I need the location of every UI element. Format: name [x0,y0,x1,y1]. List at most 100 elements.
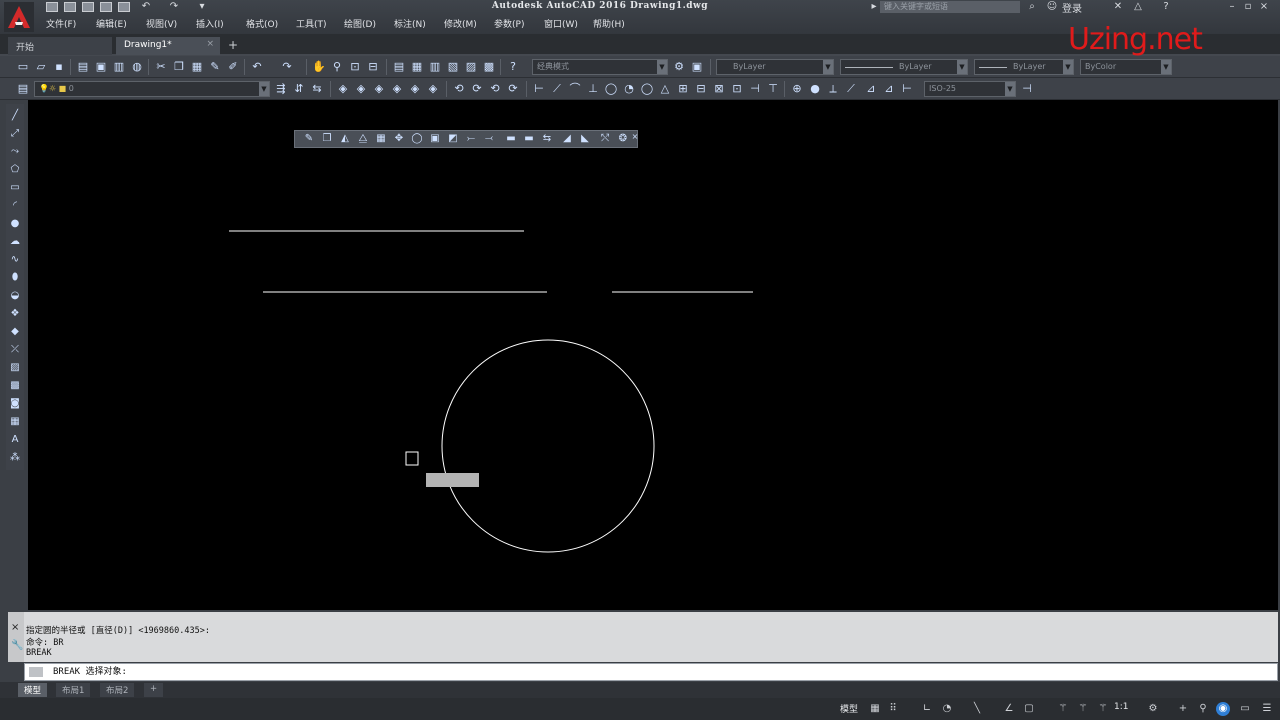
layer-tool-5-icon[interactable]: ◈ [408,82,422,96]
chamfer-icon[interactable]: ◢ [561,133,573,145]
search-input[interactable]: 键入关键字或短语 [880,1,1020,13]
layer-tool-1-icon[interactable]: ◈ [336,82,350,96]
layer-select[interactable]: 💡☼ ■ 0 ▼ [34,81,270,97]
dim-break-icon[interactable]: ⊣ [748,82,762,96]
menu-insert[interactable]: 插入(I) [196,17,224,30]
annotation-visibility-icon[interactable]: ⚚ [1056,702,1070,716]
linetype-select[interactable]: ByLayer ▼ [840,59,968,75]
dim-text-edit-icon[interactable]: ⊿ [864,82,878,96]
layer-tool-10-icon[interactable]: ⟳ [506,82,520,96]
undo-icon[interactable]: ↶ [140,1,152,13]
wrench-icon[interactable]: 🔧 [11,640,23,651]
new-icon[interactable] [46,2,58,12]
baseline-dim-icon[interactable]: ⊟ [694,82,708,96]
redo-toolbar-icon[interactable]: ↷ [280,60,294,74]
save-icon[interactable] [82,2,94,12]
gear-icon[interactable]: ⚙ [1146,702,1160,716]
model-space-button[interactable]: 模型 [840,702,864,716]
blend-icon[interactable]: ⤲ [599,133,611,145]
make-block-icon[interactable]: ◆ [9,326,21,338]
layer-tool-2-icon[interactable]: ◈ [354,82,368,96]
command-line-input[interactable]: BREAK 选择对象: [24,663,1278,681]
region-icon[interactable]: ◙ [9,398,21,410]
lineweight-select[interactable]: ByLayer ▼ [974,59,1074,75]
minimize-icon[interactable]: – [1226,1,1238,13]
rectangle-icon[interactable]: ▭ [9,182,21,194]
fillet-icon[interactable]: ◣ [579,133,591,145]
save-as-icon[interactable] [100,2,112,12]
layer-tool-9-icon[interactable]: ⟲ [488,82,502,96]
help-icon[interactable]: ? [1160,1,1172,13]
polygon-icon[interactable]: ⬠ [9,164,21,176]
trim-icon[interactable]: ⤚ [465,133,477,145]
center-mark-icon[interactable]: ⊕ [790,82,804,96]
restore-icon[interactable]: ▫ [1242,1,1254,13]
print-icon[interactable]: ▤ [76,60,90,74]
polyline-icon[interactable]: ⤳ [9,146,21,158]
menu-tools[interactable]: 工具(T) [296,17,327,30]
layer-tool-3-icon[interactable]: ◈ [372,82,386,96]
layer-match-icon[interactable]: ⇆ [310,82,324,96]
menu-help[interactable]: 帮助(H) [593,17,625,30]
break-icon[interactable]: ▬ [523,133,535,145]
inspect-icon[interactable]: ● [808,82,822,96]
table-icon[interactable]: ▦ [9,416,21,428]
undo-toolbar-icon[interactable]: ↶ [250,60,264,74]
arc-length-icon[interactable]: ⌒ [568,82,582,96]
jogged-linear-icon[interactable]: ⟂ [826,82,840,96]
isodraft-icon[interactable]: ╲ [970,702,984,716]
annotation-scale-icon[interactable]: ⚚ [1096,702,1110,716]
offset-icon[interactable]: ⧋ [357,133,369,145]
copy-icon[interactable]: ❐ [172,60,186,74]
hardware-acceleration-icon[interactable]: ◉ [1216,702,1230,716]
command-prompt-icon[interactable] [29,667,43,677]
tolerance-icon[interactable]: ⊤ [766,82,780,96]
layer-tool-7-icon[interactable]: ⟲ [452,82,466,96]
radius-dim-icon[interactable]: ◯ [604,82,618,96]
3d-print-icon[interactable]: ◍ [130,60,144,74]
dim-space-icon[interactable]: ⊡ [730,82,744,96]
move-icon[interactable]: ✥ [393,133,405,145]
help-toolbar-icon[interactable]: ? [506,60,520,74]
block-editor-icon[interactable]: ✐ [226,60,240,74]
close-window-icon[interactable]: × [1258,1,1270,13]
isolate-objects-icon[interactable]: ⚲ [1196,702,1210,716]
rotate-icon[interactable]: ◯ [411,133,423,145]
point-icon[interactable]: ⤫ [9,344,21,356]
menu-format[interactable]: 格式(O) [246,17,278,30]
close-icon[interactable]: × [11,622,19,633]
grid-icon[interactable]: ▦ [868,702,882,716]
menu-view[interactable]: 视图(V) [146,17,177,30]
tab-layout2[interactable]: 布局2 [100,683,135,697]
array-icon[interactable]: ▦ [375,133,387,145]
dim-update-icon[interactable]: ⊿ [882,82,896,96]
layer-tool-6-icon[interactable]: ◈ [426,82,440,96]
add-layout-button[interactable]: + [144,683,164,697]
tool-palettes-icon[interactable]: ▥ [428,60,442,74]
zoom-window-icon[interactable]: ⊡ [348,60,362,74]
exchange-icon[interactable]: ✕ [1112,1,1124,13]
autocad-logo-icon[interactable] [4,2,34,32]
a360-icon[interactable]: △ [1132,1,1144,13]
sheet-set-icon[interactable]: ▧ [446,60,460,74]
menu-modify[interactable]: 修改(M) [444,17,477,30]
ellipse-arc-icon[interactable]: ◒ [9,290,21,302]
properties-icon[interactable]: ▤ [392,60,406,74]
ellipse-icon[interactable]: ⬮ [9,272,21,284]
arc-icon[interactable]: ◜ [9,200,21,212]
object-snap-tracking-icon[interactable]: ∠ [1002,702,1016,716]
layer-tool-4-icon[interactable]: ◈ [390,82,404,96]
menu-edit[interactable]: 编辑(E) [96,17,127,30]
line-icon[interactable]: ╱ [9,110,21,122]
pan-icon[interactable]: ✋ [312,60,326,74]
calculator-icon[interactable]: ▩ [482,60,496,74]
save-file-icon[interactable]: ▪ [52,60,66,74]
object-snap-icon[interactable]: ▢ [1022,702,1036,716]
jogged-dim-icon[interactable]: ◔ [622,82,636,96]
add-selected-icon[interactable]: ⁂ [9,452,21,464]
clean-screen-icon[interactable]: ▭ [1238,702,1252,716]
open-icon[interactable] [64,2,76,12]
join-icon[interactable]: ⇆ [541,133,553,145]
plus-icon[interactable]: + [1176,702,1190,716]
new-tab-button[interactable]: + [224,38,242,52]
